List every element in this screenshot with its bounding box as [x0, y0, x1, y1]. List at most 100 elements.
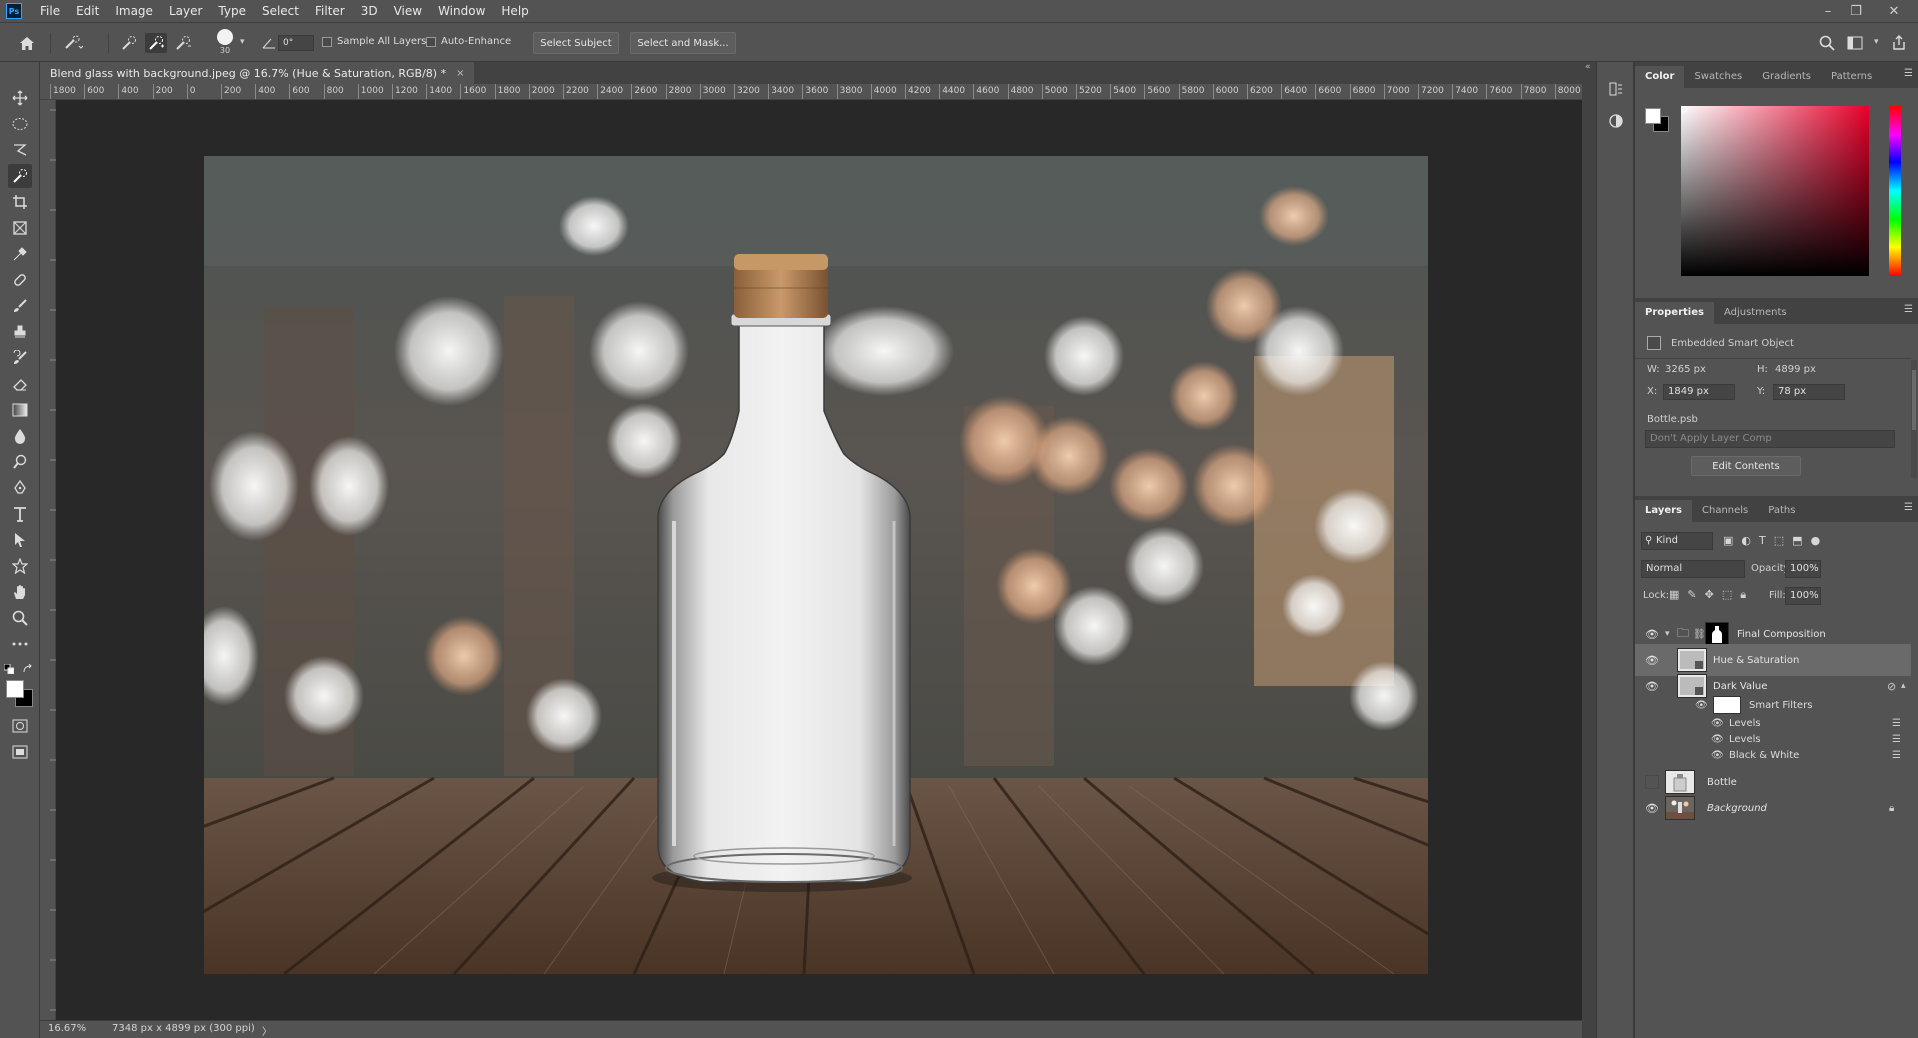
pixel-filter-icon[interactable]: ▣	[1723, 534, 1733, 547]
lock-transparency-icon[interactable]: ▦	[1669, 588, 1679, 602]
collapse-panels-icon[interactable]: «	[1585, 62, 1591, 72]
document-tab[interactable]: Blend glass with background.jpeg @ 16.7%…	[40, 62, 475, 84]
share-icon[interactable]	[1888, 33, 1910, 53]
foreground-color-swatch[interactable]	[6, 680, 24, 698]
menu-3d[interactable]: 3D	[353, 0, 386, 22]
move-tool-icon[interactable]	[8, 86, 32, 110]
sample-all-layers-checkbox[interactable]: Sample All Layers	[322, 36, 426, 47]
fill-input[interactable]: 100%	[1785, 587, 1821, 605]
quick-selection-tool-icon[interactable]	[8, 164, 32, 188]
home-icon[interactable]	[16, 33, 38, 53]
menu-help[interactable]: Help	[493, 0, 536, 22]
type-tool-icon[interactable]	[8, 502, 32, 526]
tab-patterns[interactable]: Patterns	[1821, 66, 1882, 88]
document-canvas[interactable]	[204, 156, 1428, 974]
tab-paths[interactable]: Paths	[1758, 500, 1805, 522]
panel-menu-icon[interactable]: ☰	[1904, 68, 1913, 79]
menu-select[interactable]: Select	[254, 0, 307, 22]
height-value[interactable]: 4899 px	[1775, 364, 1816, 375]
history-brush-tool-icon[interactable]	[8, 346, 32, 370]
smart-object-filter-icon[interactable]: ⬒	[1792, 534, 1802, 547]
auto-enhance-checkbox[interactable]: Auto-Enhance	[426, 36, 511, 47]
visibility-eye-icon[interactable]: 👁︎	[1711, 734, 1725, 745]
add-to-selection-icon[interactable]	[145, 33, 167, 53]
crop-tool-icon[interactable]	[8, 190, 32, 214]
minimize-button[interactable]: –	[1814, 0, 1842, 22]
close-tab-icon[interactable]: ×	[456, 68, 464, 79]
opacity-input[interactable]: 100%	[1785, 560, 1821, 578]
layer-row-background[interactable]: 👁︎ Background 🔒︎	[1635, 792, 1911, 824]
zoom-level[interactable]: 16.67%	[48, 1023, 86, 1034]
angle-input[interactable]: 0°	[278, 35, 314, 51]
menu-type[interactable]: Type	[210, 0, 254, 22]
filter-options-icon[interactable]: ☰	[1892, 734, 1901, 745]
type-filter-icon[interactable]: T	[1759, 534, 1766, 547]
search-icon[interactable]	[1816, 33, 1838, 53]
history-panel-icon[interactable]	[1605, 78, 1627, 100]
brush-size-picker[interactable]: 30	[210, 29, 240, 59]
color-field[interactable]	[1680, 105, 1869, 276]
chevron-down-icon[interactable]: ▾	[240, 37, 245, 47]
filter-options-icon[interactable]: ☰	[1892, 750, 1901, 761]
more-tools-icon[interactable]	[8, 632, 32, 656]
filter-mask-thumbnail[interactable]	[1713, 696, 1741, 714]
panel-menu-icon[interactable]: ☰	[1904, 502, 1913, 513]
visibility-eye-icon[interactable]: 👁︎	[1711, 718, 1725, 729]
select-subject-button[interactable]: Select Subject	[533, 32, 619, 54]
tab-adjustments[interactable]: Adjustments	[1714, 302, 1797, 324]
blend-mode-select[interactable]: Normal	[1641, 560, 1745, 578]
swap-colors-icon[interactable]	[22, 663, 34, 674]
tab-properties[interactable]: Properties	[1635, 302, 1714, 324]
new-selection-icon[interactable]	[118, 33, 140, 53]
x-position-input[interactable]: 1849 px	[1663, 384, 1735, 400]
menu-image[interactable]: Image	[107, 0, 161, 22]
hand-tool-icon[interactable]	[8, 580, 32, 604]
frame-tool-icon[interactable]	[8, 216, 32, 240]
eraser-tool-icon[interactable]	[8, 372, 32, 396]
hue-slider[interactable]	[1889, 106, 1901, 276]
menu-edit[interactable]: Edit	[68, 0, 107, 22]
color-foreground-swatch[interactable]	[1645, 108, 1661, 124]
chevron-down-icon[interactable]: ▾	[1874, 37, 1879, 47]
pen-tool-icon[interactable]	[8, 476, 32, 500]
lasso-tool-icon[interactable]	[8, 138, 32, 162]
properties-scrollbar[interactable]	[1911, 360, 1917, 478]
subtract-from-selection-icon[interactable]	[172, 33, 194, 53]
chevron-down-icon[interactable]: ▾	[1665, 629, 1670, 639]
tab-layers[interactable]: Layers	[1635, 500, 1692, 522]
visibility-toggle-hidden[interactable]	[1645, 775, 1659, 789]
brush-tool-icon[interactable]	[8, 294, 32, 318]
group-mask-thumbnail[interactable]	[1705, 622, 1729, 646]
dodge-tool-icon[interactable]	[8, 450, 32, 474]
visibility-eye-icon[interactable]: 👁︎	[1645, 801, 1659, 815]
y-position-input[interactable]: 78 px	[1773, 384, 1845, 400]
filter-row-black-white[interactable]: 👁︎ Black & White ☰	[1711, 746, 1901, 764]
menu-view[interactable]: View	[386, 0, 430, 22]
visibility-eye-icon[interactable]: 👁︎	[1695, 700, 1709, 711]
close-window-button[interactable]: ✕	[1880, 0, 1908, 22]
tab-channels[interactable]: Channels	[1692, 500, 1758, 522]
menu-window[interactable]: Window	[430, 0, 493, 22]
tab-color[interactable]: Color	[1635, 66, 1685, 88]
default-colors-icon[interactable]	[3, 663, 15, 675]
adjustment-filter-icon[interactable]: ◐	[1741, 534, 1751, 547]
quick-selection-preset-icon[interactable]	[62, 33, 84, 53]
quick-mask-icon[interactable]	[8, 714, 32, 738]
menu-file[interactable]: File	[32, 0, 68, 22]
blur-tool-icon[interactable]	[8, 424, 32, 448]
layer-comp-select[interactable]: Don't Apply Layer Comp	[1645, 430, 1895, 448]
lock-pixels-icon[interactable]: ✎	[1687, 588, 1696, 602]
status-menu-arrow[interactable]: 〉	[262, 1023, 272, 1038]
visibility-eye-icon[interactable]: 👁︎	[1711, 750, 1725, 761]
custom-shape-tool-icon[interactable]	[8, 554, 32, 578]
healing-brush-tool-icon[interactable]	[8, 268, 32, 292]
menu-filter[interactable]: Filter	[307, 0, 353, 22]
gradient-tool-icon[interactable]	[8, 398, 32, 422]
eyedropper-tool-icon[interactable]	[8, 242, 32, 266]
layer-filter-select[interactable]: ⚲ Kind	[1641, 532, 1713, 550]
clone-stamp-tool-icon[interactable]	[8, 320, 32, 344]
path-selection-tool-icon[interactable]	[8, 528, 32, 552]
visibility-eye-icon[interactable]: 👁︎	[1645, 653, 1659, 667]
screen-mode-icon[interactable]	[8, 740, 32, 764]
filter-options-icon[interactable]: ☰	[1892, 718, 1901, 729]
